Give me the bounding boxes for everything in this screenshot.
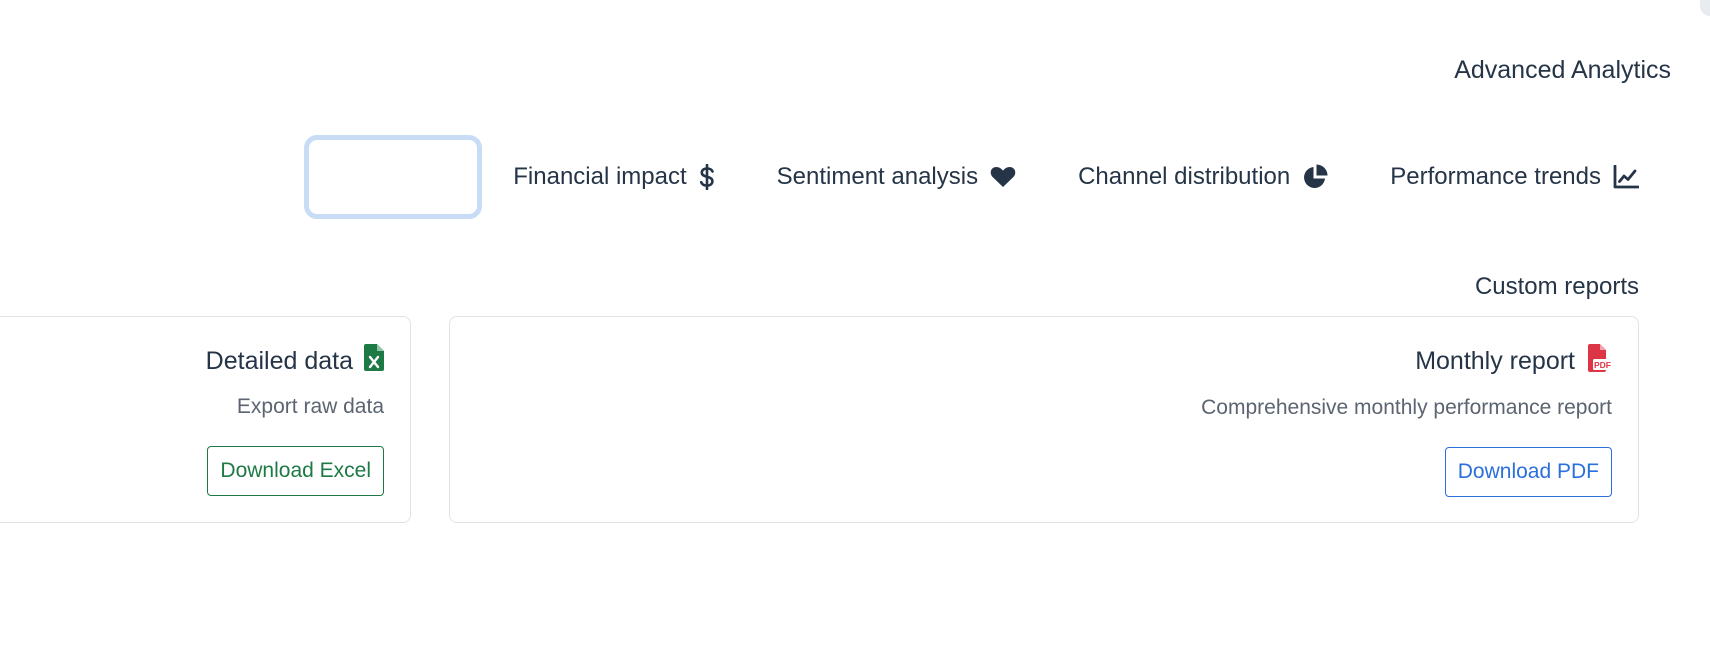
svg-text:PDF: PDF	[1594, 360, 1611, 370]
card-title-text: Monthly report	[1415, 347, 1575, 375]
tab-label: Sentiment analysis	[776, 163, 979, 190]
tab-performance-trends[interactable]: Performance trends	[1390, 163, 1639, 191]
card-title-text: Detailed data	[205, 346, 353, 375]
custom-reports-heading: Custom reports	[1474, 273, 1639, 300]
window-corner	[1700, 0, 1710, 16]
heart-icon	[990, 166, 1016, 188]
dollar-icon	[699, 164, 715, 190]
card-description: Comprehensive monthly performance report	[1201, 396, 1612, 419]
report-card-detailed-data: Detailed data Export raw data Download E…	[0, 316, 411, 523]
page-title: Advanced Analytics	[1454, 56, 1671, 84]
tab-sentiment-analysis[interactable]: Sentiment analysis	[777, 163, 1016, 191]
card-title: Detailed data	[206, 344, 384, 378]
tab-label: Financial impact	[513, 163, 687, 190]
tab-label: Performance trends	[1390, 163, 1601, 190]
tab-label: Channel distribution	[1078, 163, 1291, 190]
pie-chart-icon	[1302, 164, 1328, 190]
analytics-tab-bar: Financial impact Sentiment analysis Chan…	[304, 133, 1639, 221]
analytics-page: Advanced Analytics Financial impact Sent…	[0, 0, 1710, 656]
excel-file-icon	[364, 344, 384, 378]
card-title: Monthly report PDF	[1415, 344, 1612, 379]
report-card-monthly-report: Monthly report PDF Comprehensive monthly…	[449, 316, 1639, 523]
download-excel-button[interactable]: Download Excel	[207, 446, 384, 496]
tab-financial-impact[interactable]: Financial impact	[513, 163, 714, 191]
line-chart-icon	[1613, 165, 1639, 189]
pdf-file-icon: PDF	[1586, 344, 1612, 379]
card-description: Export raw data	[236, 395, 384, 418]
focused-tab-placeholder[interactable]	[304, 135, 483, 219]
download-pdf-button[interactable]: Download PDF	[1444, 447, 1612, 497]
tab-channel-distribution[interactable]: Channel distribution	[1078, 163, 1328, 191]
